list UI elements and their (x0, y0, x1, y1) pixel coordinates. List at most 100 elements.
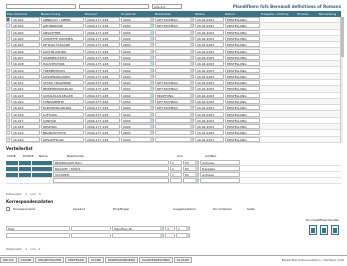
table-cell[interactable]: 2000-177-128 (85, 111, 120, 117)
code-field[interactable] (6, 166, 18, 171)
table-cell[interactable]: HEIZUNG (41, 124, 84, 130)
send-button[interactable] (331, 225, 339, 235)
list-cell[interactable]: BEZIRKSAMT BAU (53, 160, 169, 165)
table-cell[interactable]: DACHPLANUNG (41, 48, 84, 54)
table-cell[interactable]: WÄRMESCHUTZ (41, 54, 84, 60)
table-cell[interactable]: 20.04.2003 (195, 99, 224, 104)
table-cell[interactable]: 0002 (121, 61, 154, 67)
pcode-field[interactable] (19, 178, 31, 183)
list-item[interactable] (6, 178, 341, 184)
table-cell[interactable]: 2000-177-128 (85, 105, 120, 111)
nav-current[interactable]: 1 (25, 247, 27, 251)
table-cell[interactable]: ERSTELLUNG (225, 29, 260, 35)
open-button[interactable] (320, 225, 328, 235)
list-cell[interactable]: 1 (170, 160, 182, 165)
table-cell[interactable]: DPT-FACHBAU (155, 105, 194, 111)
table-cell[interactable]: 16.015 (11, 105, 40, 111)
table-cell[interactable]: AUSSENANLAGEN (41, 73, 84, 79)
table-cell[interactable]: 0002 (121, 111, 154, 117)
table-cell[interactable]: 2000-177-128 (85, 54, 120, 60)
table-cell[interactable]: 2000-177-128 (85, 99, 120, 104)
field[interactable]: 4 (165, 225, 175, 231)
pcode-field[interactable] (19, 160, 31, 165)
table-cell[interactable]: 16.012 (11, 86, 40, 92)
table-cell[interactable]: 2000-177-128 (85, 48, 120, 54)
table-cell[interactable]: ERSTELLUNG (225, 73, 260, 79)
list-cell[interactable]: PV (183, 172, 199, 177)
table-cell[interactable]: DPT-FACHBAU (155, 99, 194, 104)
list-cell[interactable]: PV (183, 166, 199, 171)
row-selector[interactable] (6, 48, 10, 54)
table-cell[interactable]: 2000-177-128 (85, 80, 120, 86)
row-selector[interactable] (6, 92, 10, 98)
table-cell[interactable]: STATIK TRAGWERK (41, 80, 84, 86)
list-cell[interactable]: STATIKER (53, 172, 169, 177)
row-selector[interactable] (6, 117, 10, 123)
row-selector[interactable] (6, 67, 10, 73)
table-cell[interactable]: 16.020 (11, 136, 40, 142)
table-cell[interactable]: 0002 (121, 23, 154, 29)
table-cell[interactable]: ERSTELLUNG (225, 54, 260, 60)
row-selector[interactable] (6, 29, 10, 35)
row-selector[interactable] (6, 61, 10, 67)
table-cell[interactable]: 0002 (121, 92, 154, 98)
row-selector[interactable] (6, 99, 10, 104)
row-selector[interactable] (6, 130, 10, 136)
table-cell[interactable]: 20.04.2003 (195, 124, 224, 130)
row-selector[interactable] (6, 86, 10, 92)
field[interactable]: Plan/Plan.Nr (112, 225, 164, 231)
table-cell[interactable]: ERSTELLUNG (225, 130, 260, 136)
field[interactable] (71, 232, 111, 238)
table-cell[interactable]: 16.014 (11, 99, 40, 104)
name-field[interactable] (32, 178, 52, 183)
table-cell[interactable] (155, 48, 194, 54)
table-cell[interactable]: DPT-FACHBAU (155, 80, 194, 86)
field[interactable]: 1 (176, 225, 190, 231)
table-cell[interactable]: BEWEHRUNGSPLAN (41, 86, 84, 92)
table-cell[interactable]: ERSTELLUNG (225, 61, 260, 67)
table-cell[interactable] (155, 67, 194, 73)
table-cell[interactable]: 0002 (121, 130, 154, 136)
table-cell[interactable]: ERSTELLUNG (225, 124, 260, 130)
table-cell[interactable]: 20.04.2003 (195, 23, 224, 29)
table-cell[interactable]: ERSTELLUNG (225, 80, 260, 86)
filter-input-1[interactable] (6, 4, 76, 9)
tab[interactable]: DRUCK (0, 256, 17, 263)
table-cell[interactable]: 0002 (121, 29, 154, 35)
table-cell[interactable]: HAUSTECHNIK (41, 61, 84, 67)
field[interactable] (112, 232, 164, 238)
table-cell[interactable]: 2000-177-128 (85, 136, 120, 142)
table-cell[interactable]: 20.04.2003 (195, 136, 224, 142)
tab[interactable]: PLANVERZEICHNIS (138, 256, 174, 263)
name-field[interactable] (32, 166, 52, 171)
row-selector[interactable] (6, 124, 10, 130)
tab[interactable]: PROJEKTDATEN (35, 256, 65, 263)
field[interactable]: Post (6, 225, 70, 231)
name-field[interactable] (32, 172, 52, 177)
table-cell[interactable]: 20.04.2003 (195, 42, 224, 48)
table-cell[interactable]: 16.004 (11, 36, 40, 42)
table-cell[interactable]: 20.04.2003 (195, 54, 224, 60)
table-cell[interactable] (155, 136, 194, 142)
table-cell[interactable]: 16.013 (11, 92, 40, 98)
table-cell[interactable]: 16.002 (11, 23, 40, 29)
table-cell[interactable]: 2000-177-128 (85, 73, 120, 79)
table-cell[interactable]: 16.016 (11, 111, 40, 117)
table-row[interactable]: 16.020 GESAMTPLAN 2000-177-128 0002 20.04.20… (6, 136, 341, 143)
table-cell[interactable]: GESAMTPLAN (41, 136, 84, 142)
table-cell[interactable] (155, 73, 194, 79)
table-cell[interactable]: 16.011 (11, 80, 40, 86)
field[interactable] (71, 225, 111, 231)
table-cell[interactable]: 16.003 (11, 29, 40, 35)
table-cell[interactable]: 2000-177-128 (85, 61, 120, 67)
table-cell[interactable]: 20.04.2003 (195, 80, 224, 86)
table-cell[interactable]: 2000-177-128 (85, 42, 120, 48)
list-cell[interactable] (200, 178, 240, 183)
code-field[interactable] (6, 160, 18, 165)
table-cell[interactable]: 0002 (121, 17, 154, 23)
table-cell[interactable]: 2000-177-128 (85, 17, 120, 23)
table-cell[interactable]: ERSTELLUNG (225, 17, 260, 23)
table-cell[interactable]: ERSTELLUNG (225, 111, 260, 117)
table-cell[interactable]: 0002 (121, 86, 154, 92)
list-cell[interactable]: 1 (170, 172, 182, 177)
